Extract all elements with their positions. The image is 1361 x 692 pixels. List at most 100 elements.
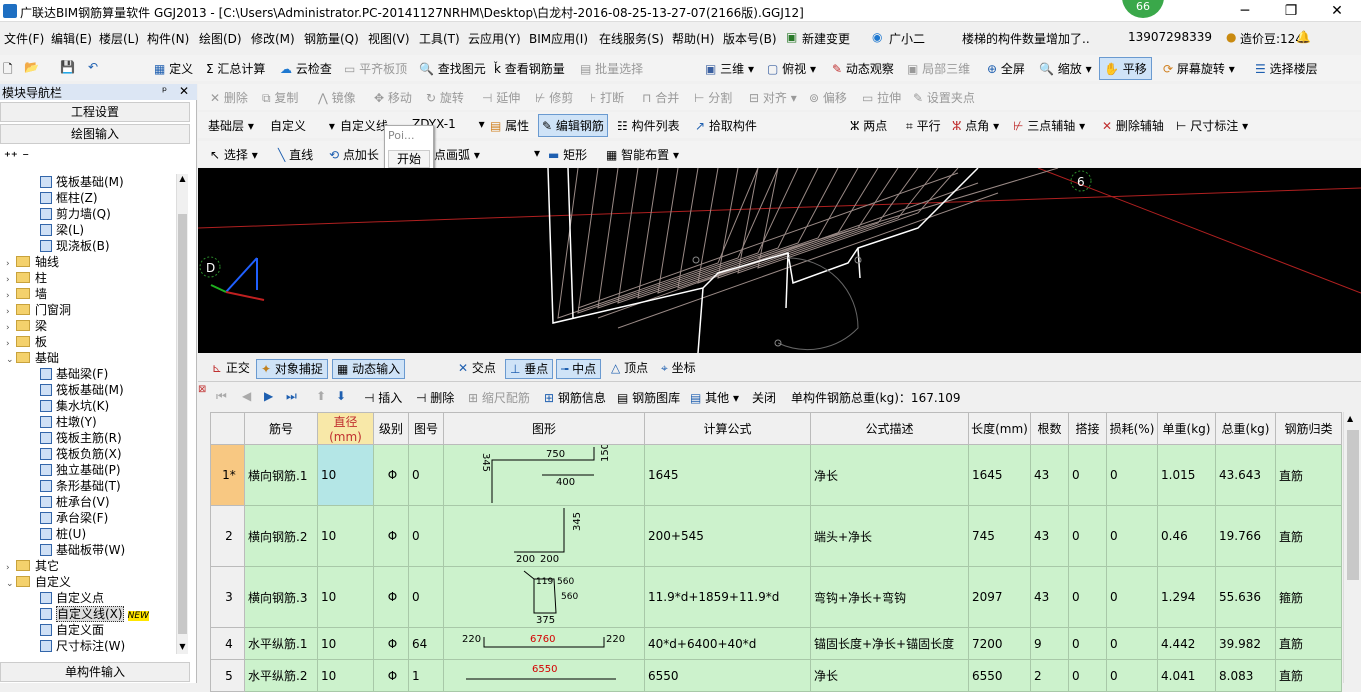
- row-header[interactable]: 3: [210, 566, 245, 628]
- col-header[interactable]: 公式描述: [810, 412, 969, 445]
- cell-diameter[interactable]: 10: [317, 566, 374, 628]
- cell-name[interactable]: 横向钢筋.3: [244, 566, 318, 628]
- tree-scrollbar[interactable]: ▲ ▼: [176, 174, 188, 654]
- tree-item[interactable]: 筏板负筋(X): [40, 446, 122, 462]
- cell-length[interactable]: 2097: [968, 566, 1031, 628]
- cell-diameter[interactable]: 10: [317, 505, 374, 567]
- tree-item[interactable]: 剪力墙(Q): [40, 206, 111, 222]
- cell-grade[interactable]: Φ: [373, 566, 409, 628]
- cell-length[interactable]: 6550: [968, 659, 1031, 692]
- menu-cloud[interactable]: 云应用(Y): [468, 30, 521, 47]
- cloud-check-button[interactable]: ☁ 云检查: [280, 60, 332, 77]
- copy-button[interactable]: ⧉ 复制: [262, 89, 298, 106]
- cell-shape[interactable]: 345 750 150 400: [443, 444, 645, 506]
- scroll-down-icon[interactable]: ▼: [177, 642, 188, 654]
- row-header[interactable]: 1*: [210, 444, 245, 506]
- select-floor-button[interactable]: ☰ 选择楼层: [1255, 60, 1318, 77]
- corner-cell[interactable]: [210, 412, 245, 445]
- delete-aux-axis-button[interactable]: ✕ 删除辅轴: [1102, 117, 1164, 134]
- flush-slab-button[interactable]: ▭ 平齐板顶: [344, 60, 407, 77]
- col-header[interactable]: 级别: [373, 412, 409, 445]
- coordinate-snap-toggle[interactable]: ⌖ 坐标: [657, 359, 700, 379]
- two-point-axis-button[interactable]: ⵣ 两点: [850, 117, 887, 134]
- menu-assistant[interactable]: 广小二: [889, 30, 925, 47]
- batch-select-button[interactable]: ▤ 批量选择: [580, 60, 643, 77]
- tree-item[interactable]: 筏板主筋(R): [40, 430, 122, 446]
- cell-count[interactable]: 43: [1030, 505, 1069, 567]
- cell-unit-weight[interactable]: 4.442: [1157, 627, 1216, 660]
- intersection-snap-toggle[interactable]: ✕ 交点: [454, 359, 500, 379]
- cell-length[interactable]: 745: [968, 505, 1031, 567]
- tree-item[interactable]: 尺寸标注(W): [40, 638, 125, 654]
- grid-scrollbar[interactable]: ▲: [1343, 412, 1361, 683]
- grid-close-icon[interactable]: ⊠: [198, 384, 206, 395]
- cell-category[interactable]: 直筋: [1275, 505, 1342, 567]
- scroll-up-icon[interactable]: ▲: [177, 174, 188, 186]
- menu-version[interactable]: 版本号(B): [723, 30, 777, 47]
- close-grid-button[interactable]: 关闭: [752, 389, 776, 406]
- notification-badge[interactable]: 66: [1122, 0, 1164, 18]
- collapse-icon[interactable]: ⌄: [6, 352, 16, 368]
- cell-category[interactable]: 箍筋: [1275, 566, 1342, 628]
- tree-item[interactable]: › 梁: [6, 318, 47, 334]
- merge-button[interactable]: ⊓ 合并: [642, 89, 679, 106]
- cell-diameter[interactable]: 10: [317, 444, 374, 506]
- col-header[interactable]: 图形: [443, 412, 645, 445]
- dynamic-input-toggle[interactable]: ▦ 动态输入: [332, 359, 406, 379]
- table-row[interactable]: 5 水平纵筋.2 10 Φ 1 6550 6550 净长 6550 2 0 0 …: [210, 659, 1342, 692]
- ortho-toggle[interactable]: ⊾ 正交: [208, 359, 254, 379]
- tree-item[interactable]: 自定义点: [40, 590, 104, 606]
- cell-formula[interactable]: 200+545: [644, 505, 811, 567]
- tree-item[interactable]: › 门窗洞: [6, 302, 71, 318]
- other-button[interactable]: ▤ 其他 ▾: [690, 389, 739, 406]
- grid-scroll-thumb[interactable]: [1347, 430, 1359, 580]
- cell-unit-weight[interactable]: 4.041: [1157, 659, 1216, 692]
- cell-grade[interactable]: Φ: [373, 627, 409, 660]
- col-header[interactable]: 钢筋归类: [1275, 412, 1342, 445]
- menu-online[interactable]: 在线服务(S): [599, 30, 664, 47]
- col-header[interactable]: 根数: [1030, 412, 1069, 445]
- cell-unit-weight[interactable]: 1.294: [1157, 566, 1216, 628]
- trim-button[interactable]: ⊬ 修剪: [535, 89, 573, 106]
- menu-help[interactable]: 帮助(H): [672, 30, 714, 47]
- tree-item[interactable]: 桩承台(V): [40, 494, 110, 510]
- col-header[interactable]: 直径(mm): [317, 412, 374, 445]
- smart-layout-button[interactable]: ▦ 智能布置 ▾: [606, 146, 679, 163]
- col-header[interactable]: 图号: [408, 412, 444, 445]
- tree-item[interactable]: 基础板带(W): [40, 542, 125, 558]
- component-list-button[interactable]: ☷ 构件列表: [617, 117, 680, 134]
- midpoint-snap-toggle[interactable]: ╼ 中点: [556, 359, 602, 379]
- tree-item[interactable]: 基础梁(F): [40, 366, 108, 382]
- pick-component-button[interactable]: ↗ 拾取构件: [695, 117, 757, 134]
- tree-item[interactable]: 框柱(Z): [40, 190, 98, 206]
- pan-button[interactable]: ✋ 平移: [1099, 57, 1152, 80]
- tree-item[interactable]: 梁(L): [40, 222, 84, 238]
- minimize-button[interactable]: ─: [1222, 0, 1268, 22]
- cell-grade[interactable]: Φ: [373, 444, 409, 506]
- tree-item[interactable]: › 板: [6, 334, 47, 350]
- col-header[interactable]: 计算公式: [644, 412, 811, 445]
- cell-loss[interactable]: 0: [1106, 659, 1158, 692]
- table-row[interactable]: 1* 横向钢筋.1 10 Φ 0 345 750 150 400 1645 净长…: [210, 444, 1342, 506]
- new-file-icon[interactable]: 🗋: [3, 60, 13, 81]
- cell-length[interactable]: 7200: [968, 627, 1031, 660]
- cell-total-weight[interactable]: 39.982: [1215, 627, 1276, 660]
- tree-item[interactable]: 集水坑(K): [40, 398, 109, 414]
- cell-category[interactable]: 直筋: [1275, 627, 1342, 660]
- top-view-button[interactable]: ▢ 俯视 ▾: [767, 60, 816, 77]
- tree-item[interactable]: 自定义面: [40, 622, 104, 638]
- move-down-icon[interactable]: ⬇: [336, 389, 346, 403]
- cell-name[interactable]: 水平纵筋.1: [244, 627, 318, 660]
- vertex-snap-toggle[interactable]: △ 顶点: [607, 359, 652, 379]
- tree-item[interactable]: ⌄ 自定义: [6, 574, 71, 590]
- cell-lap[interactable]: 0: [1068, 627, 1107, 660]
- tree-item[interactable]: 承台梁(F): [40, 510, 108, 526]
- bell-icon[interactable]: 🔔: [1296, 30, 1311, 44]
- select-button[interactable]: ↖ 选择 ▾: [210, 146, 258, 163]
- cell-loss[interactable]: 0: [1106, 444, 1158, 506]
- cell-name[interactable]: 横向钢筋.2: [244, 505, 318, 567]
- insert-row-button[interactable]: ⊣ 插入: [364, 389, 402, 406]
- move-button[interactable]: ✥ 移动: [374, 89, 412, 106]
- tree-item[interactable]: ⌄ 基础: [6, 350, 59, 366]
- point-extend-button[interactable]: ⟲ 点加长: [329, 146, 379, 163]
